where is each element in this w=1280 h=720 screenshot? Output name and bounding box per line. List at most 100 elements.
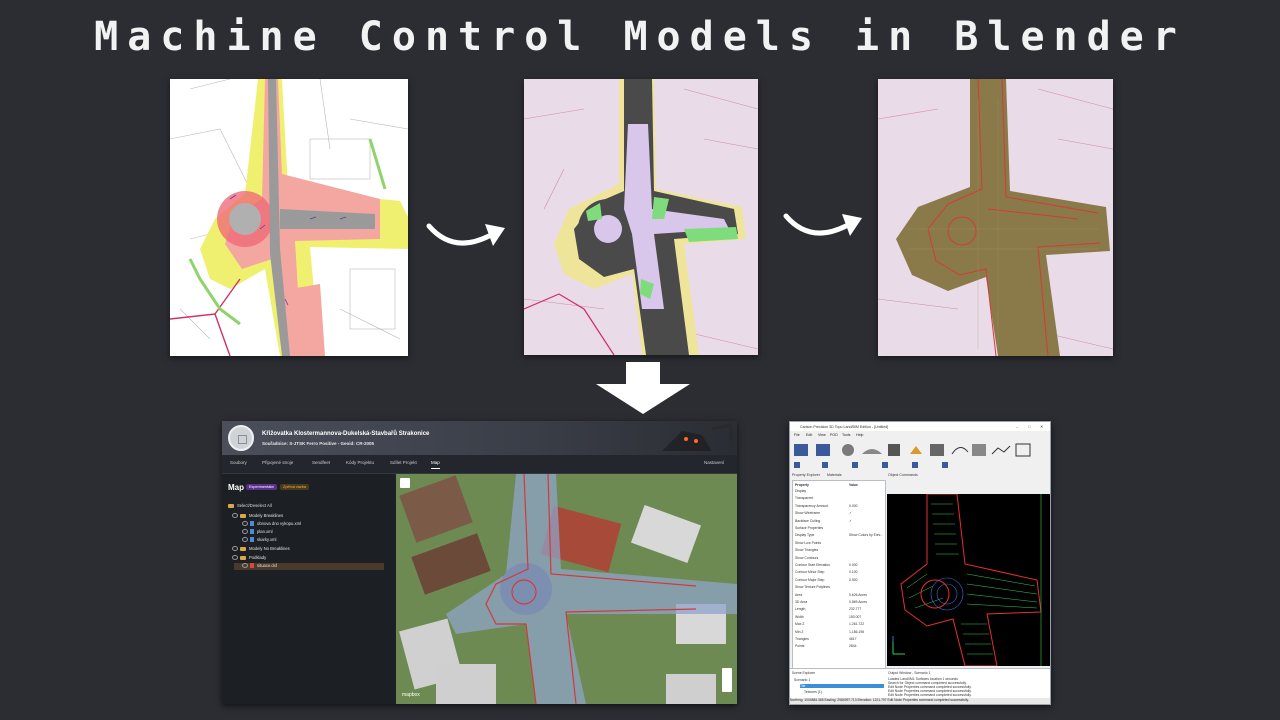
- property-row[interactable]: 3D Area 0.869 Acres: [795, 600, 885, 606]
- property-key: Surface Properties: [795, 526, 824, 530]
- menu-view[interactable]: View: [818, 433, 826, 437]
- property-row[interactable]: Triangles 4617: [795, 637, 885, 643]
- project-coordinates: Souřadnice: S-JTSK Ferro Positive - Geoi…: [262, 441, 375, 446]
- property-row[interactable]: Backface Culling ✓: [795, 519, 885, 525]
- property-value: 1,186.196: [849, 629, 865, 634]
- property-row[interactable]: Transparent: [795, 496, 885, 502]
- project-header: Křižovatka Klostermannova-Dukelská-Stavb…: [222, 421, 737, 455]
- menu-edit[interactable]: Edit: [806, 433, 812, 437]
- eye-icon[interactable]: [242, 563, 248, 569]
- property-key: Display Type: [795, 533, 815, 538]
- menu-help[interactable]: Help: [856, 433, 863, 437]
- property-value: 2844: [849, 644, 857, 649]
- tab-share-project[interactable]: Sdílet Projekt: [390, 460, 417, 465]
- property-row[interactable]: Contour Major Step 0.500: [795, 578, 885, 584]
- property-row[interactable]: Surface Properties: [795, 526, 885, 532]
- tab-project-codes[interactable]: Kódy Projektu: [346, 460, 374, 465]
- property-row[interactable]: Show Contours: [795, 556, 885, 562]
- property-value: 4617: [849, 637, 857, 641]
- property-key: Display: [795, 489, 807, 493]
- satellite-map[interactable]: mapbox: [396, 474, 737, 704]
- eye-icon[interactable]: [242, 529, 248, 535]
- property-value: 232.777: [849, 607, 862, 612]
- scene-item[interactable]: Textures (1): [804, 690, 822, 694]
- tab-materials[interactable]: Materials: [827, 473, 842, 477]
- maximize-icon[interactable]: □: [1028, 424, 1030, 429]
- scene-item[interactable]: Scenario 1: [794, 678, 810, 682]
- tab-sendfeet[interactable]: Sendfeet: [312, 460, 330, 465]
- property-row[interactable]: Points 2844: [795, 644, 885, 650]
- colored-model-image: [524, 79, 758, 355]
- property-key: Show Texture Polylines: [795, 585, 830, 590]
- page-title: Machine Control Models in Blender: [94, 14, 1186, 60]
- menu-file[interactable]: File: [794, 433, 800, 437]
- 3d-viewport[interactable]: [887, 494, 1050, 666]
- property-row[interactable]: Area 0.626 Acres: [795, 593, 885, 599]
- menu-tools[interactable]: Tools: [842, 433, 850, 437]
- property-row[interactable]: Show Wireframe ✓: [795, 511, 885, 517]
- eye-icon[interactable]: [242, 521, 248, 527]
- property-key: Contour Start Elevation: [795, 563, 831, 567]
- eye-icon[interactable]: [242, 537, 248, 543]
- surface-model-image: [878, 79, 1113, 356]
- minimize-icon[interactable]: –: [1016, 424, 1018, 429]
- property-value: 0.500: [849, 577, 858, 582]
- property-value: 0.869 Acres: [849, 600, 867, 604]
- file-icon: [250, 521, 254, 527]
- select-all-toggle[interactable]: Select/Deselect All: [228, 503, 386, 511]
- property-row[interactable]: Width 150.007: [795, 615, 885, 621]
- folder-icon: [240, 513, 246, 518]
- property-row[interactable]: Show Triangles: [795, 548, 885, 554]
- menu-pod[interactable]: POD: [830, 433, 838, 437]
- property-row[interactable]: Max Z 1,261.722: [795, 622, 885, 628]
- tab-connected-machines[interactable]: Připojené stroje: [262, 460, 293, 465]
- property-row[interactable]: Transparency Amount 0.000: [795, 504, 885, 510]
- desktop-app-window: Carlson Precision 3D Topo Land/BIM Editi…: [789, 421, 1051, 705]
- property-key: Show Contours: [795, 555, 819, 560]
- tree-item[interactable]: Podklady: [232, 555, 266, 562]
- map-attribution: mapbox: [402, 692, 420, 698]
- tab-map[interactable]: Map: [431, 460, 440, 469]
- property-row[interactable]: Contour Start Elevation 0.000: [795, 563, 885, 569]
- web-app-window: Křižovatka Klostermannova-Dukelská-Stavb…: [222, 421, 737, 704]
- project-logo: [228, 425, 254, 451]
- tree-item-label: Modely Breaklines: [249, 513, 284, 518]
- tree-item[interactable]: Modely No Breaklines: [232, 546, 290, 553]
- select-all-label: Select/Deselect All: [237, 503, 272, 508]
- property-key: Contour Minor Step: [795, 570, 825, 575]
- eye-icon[interactable]: [232, 555, 238, 561]
- down-arrow-icon: [596, 362, 690, 414]
- property-row[interactable]: Min Z 1,186.196: [795, 630, 885, 636]
- tree-item[interactable]: Modely Breaklines: [232, 513, 283, 520]
- property-value: 0.626 Acres: [849, 592, 867, 597]
- left-tabs: Property Explorer Materials: [792, 473, 842, 477]
- tab-settings[interactable]: Nastavení: [704, 460, 724, 465]
- property-row[interactable]: Display: [795, 489, 885, 495]
- property-row[interactable]: Show Low Points: [795, 541, 885, 547]
- property-key: Transparent: [795, 496, 814, 501]
- tree-item[interactable]: skarky.xml: [242, 537, 276, 544]
- tab-property-explorer[interactable]: Property Explorer: [792, 473, 820, 477]
- close-icon[interactable]: ✕: [1040, 424, 1043, 429]
- tab-soubory[interactable]: Soubory: [230, 460, 247, 465]
- toolbar[interactable]: [792, 440, 1048, 472]
- feedback-badge[interactable]: Zpětná vazba: [280, 484, 310, 490]
- property-row[interactable]: Show Texture Polylines: [795, 585, 885, 591]
- scene-item-selected[interactable]: Tile: [800, 684, 884, 688]
- eye-icon[interactable]: [232, 546, 238, 552]
- eye-icon[interactable]: [232, 513, 238, 519]
- folder-icon: [240, 546, 246, 551]
- property-key: Max Z: [795, 622, 805, 627]
- property-key: Area: [795, 592, 803, 597]
- property-key: Show Wireframe: [795, 511, 821, 516]
- tree-item-selected[interactable]: situace.dxf: [234, 563, 384, 570]
- property-row[interactable]: Contour Minor Step 0.100: [795, 570, 885, 576]
- curved-arrow-icon: [426, 223, 505, 246]
- tree-item[interactable]: obnova dno vykopu.xml: [242, 521, 301, 528]
- property-row[interactable]: Display Type Show Colors by Elev...: [795, 533, 885, 539]
- property-key: Length: [795, 607, 806, 612]
- tree-item[interactable]: plan.xml: [242, 529, 273, 536]
- property-row[interactable]: Length 232.777: [795, 607, 885, 613]
- status-bar: Northing: 1004884.366 Easting: 2984997.7…: [790, 698, 1050, 704]
- tree-item-label: skarky.xml: [257, 537, 277, 542]
